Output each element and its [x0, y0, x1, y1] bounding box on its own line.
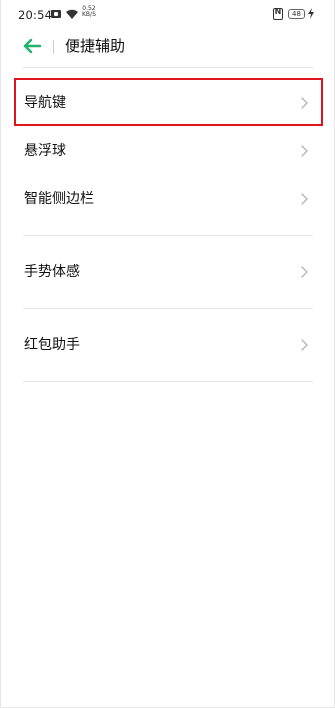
- list-item-smart-sidebar[interactable]: 智能侧边栏: [1, 176, 335, 222]
- group-separator: [23, 381, 313, 382]
- arrow-left-icon[interactable]: [23, 38, 41, 54]
- net-speed: 0.52 KB/S: [82, 6, 96, 18]
- chevron-right-icon: [301, 97, 308, 109]
- header-divider: [53, 40, 54, 54]
- list-item-floating-ball[interactable]: 悬浮球: [1, 128, 335, 174]
- group-separator: [23, 235, 313, 236]
- list-item-gestures[interactable]: 手势体感: [1, 249, 335, 295]
- charging-icon: [308, 8, 314, 19]
- chevron-right-icon: [301, 266, 308, 278]
- chevron-right-icon: [301, 145, 308, 157]
- top-separator: [23, 67, 313, 68]
- list-item-red-packet-assistant[interactable]: 红包助手: [1, 322, 335, 368]
- list-item-label: 悬浮球: [24, 143, 66, 159]
- list-item-navigation-keys[interactable]: 导航键: [1, 80, 335, 126]
- chevron-right-icon: [301, 339, 308, 351]
- header: 便捷辅助: [1, 28, 335, 68]
- list-item-label: 手势体感: [24, 264, 80, 280]
- wifi-icon: [66, 9, 78, 19]
- status-time: 20:54: [18, 8, 53, 22]
- battery-icon: 48: [288, 9, 305, 19]
- net-speed-unit: KB/S: [82, 11, 96, 18]
- screen: 20:54 0.52 KB/S 48 便捷辅助 导航键 悬浮球: [0, 0, 335, 708]
- list-item-label: 红包助手: [24, 337, 80, 353]
- group-separator: [23, 308, 313, 309]
- list-item-label: 智能侧边栏: [24, 191, 94, 207]
- list-item-label: 导航键: [24, 95, 66, 111]
- chevron-right-icon: [301, 193, 308, 205]
- message-icon: [51, 10, 61, 18]
- nfc-icon: [273, 7, 283, 20]
- status-bar: 20:54 0.52 KB/S 48: [1, 0, 335, 28]
- page-title: 便捷辅助: [65, 37, 126, 55]
